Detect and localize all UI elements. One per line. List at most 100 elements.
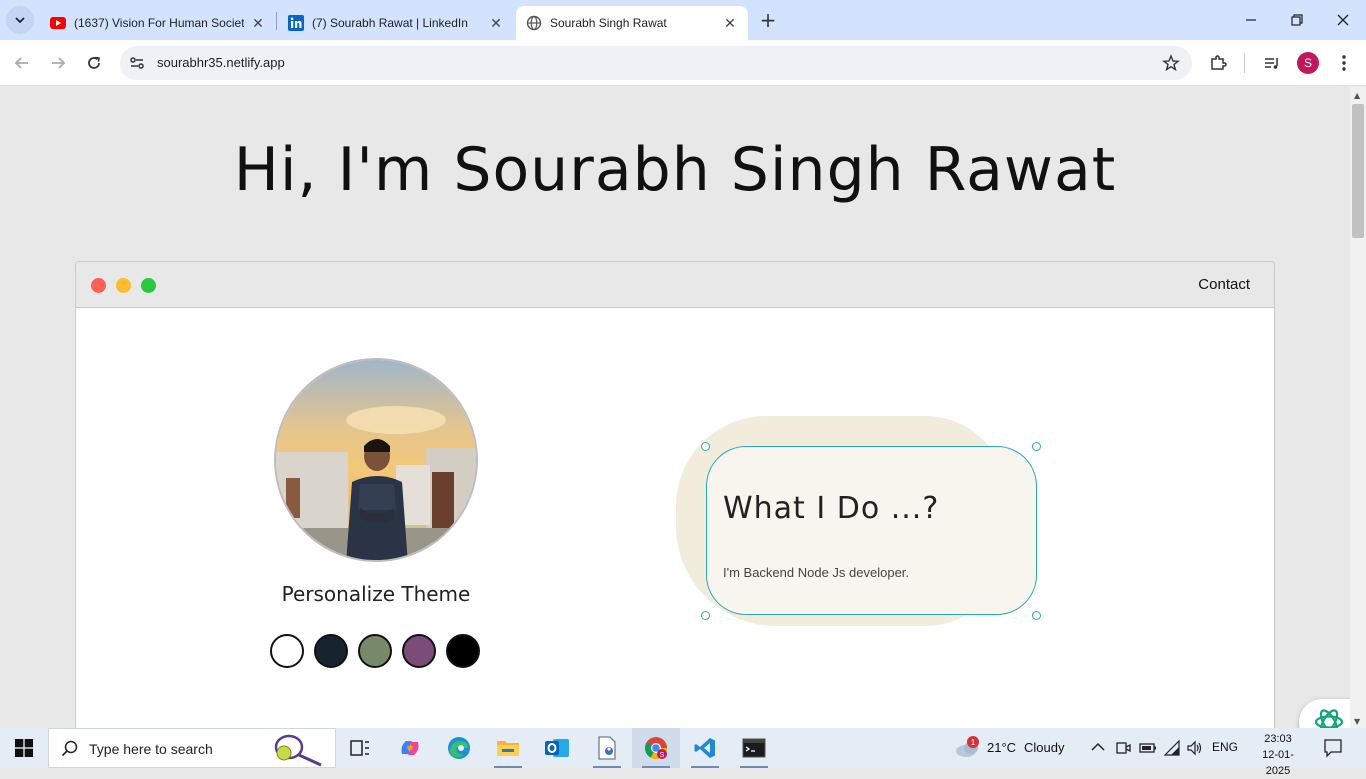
search-placeholder: Type here to search (89, 741, 213, 757)
chrome-icon: S (645, 737, 667, 759)
puzzle-icon (1211, 55, 1227, 70)
terminal-icon (742, 738, 766, 758)
vscode-icon (694, 738, 715, 758)
copilot-app[interactable] (386, 728, 434, 768)
back-button[interactable] (8, 49, 36, 77)
notifications-icon[interactable] (1323, 738, 1343, 758)
document-icon (598, 736, 616, 760)
weather-condition[interactable]: Cloudy (1024, 740, 1064, 755)
taskbar: Type here to search S 1 21°C Cloudy ENG … (0, 728, 1366, 777)
plus-icon: + (759, 8, 777, 32)
resize-handle[interactable] (701, 442, 710, 451)
linkedin-icon (288, 15, 304, 31)
close-icon[interactable]: ✕ (250, 15, 266, 31)
yellow-dot (116, 278, 131, 293)
hero-title: Hi, I'm Sourabh Singh Rawat (233, 135, 1117, 205)
theme-label: Personalize Theme (281, 582, 471, 606)
reload-button[interactable] (80, 49, 108, 77)
extensions-button[interactable] (1207, 52, 1229, 74)
contact-link[interactable]: Contact (1198, 276, 1250, 293)
browser-menu-button[interactable] (1333, 52, 1355, 74)
window-close-button[interactable] (1320, 0, 1366, 40)
clock-time: 23:03 (1264, 733, 1292, 745)
weather-temp[interactable]: 21°C (987, 740, 1016, 755)
document-app[interactable] (583, 728, 631, 768)
clock[interactable]: 23:03 12-01-2025 (1250, 731, 1306, 779)
page-viewport: Hi, I'm Sourabh Singh Rawat Contact Pers… (0, 87, 1350, 728)
volume-icon[interactable] (1186, 739, 1204, 757)
media-controls-button[interactable] (1261, 52, 1283, 74)
queue-music-icon (1265, 58, 1278, 69)
restore-icon (1291, 14, 1303, 26)
tab-portfolio[interactable]: Sourabh Singh Rawat ✕ (516, 6, 748, 40)
chevron-down-icon (15, 17, 25, 24)
task-view-button[interactable] (336, 728, 384, 768)
restore-button[interactable] (1274, 0, 1320, 40)
arrow-left-icon (14, 57, 28, 69)
minimize-icon (1246, 19, 1256, 21)
tab-youtube[interactable]: (1637) Vision For Human Societ ✕ (40, 6, 276, 40)
meet-now-icon[interactable] (1115, 739, 1131, 757)
site-settings-icon[interactable] (128, 54, 146, 72)
folder-icon (497, 741, 519, 756)
vertical-scrollbar[interactable]: ▲ ▼ (1350, 87, 1366, 728)
arrow-right-icon (52, 57, 66, 69)
ai-assistant-button[interactable] (1299, 699, 1350, 728)
tab-title: Sourabh Singh Rawat (550, 16, 667, 30)
close-icon[interactable]: ✕ (722, 15, 738, 31)
green-dot (141, 278, 156, 293)
file-explorer-app[interactable] (484, 728, 532, 768)
tennis-racket-icon (274, 734, 322, 767)
scroll-down-icon[interactable]: ▼ (1354, 717, 1360, 726)
edge-icon (448, 737, 470, 759)
resize-handle[interactable] (1032, 442, 1041, 451)
resize-handle[interactable] (1032, 611, 1041, 620)
red-dot (91, 278, 106, 293)
scroll-up-icon[interactable]: ▲ (1354, 91, 1360, 100)
copilot-icon (401, 741, 419, 755)
browser-toolbar: sourabhr35.netlify.app S (0, 40, 1366, 86)
minimize-button[interactable] (1228, 0, 1274, 40)
chrome-app[interactable]: S (632, 728, 680, 768)
scroll-thumb[interactable] (1352, 104, 1364, 238)
tab-separator (276, 12, 277, 30)
taskbar-search[interactable]: Type here to search (48, 728, 336, 768)
assistant-knot-icon (1314, 709, 1344, 728)
chevron-up-icon[interactable] (1091, 742, 1105, 752)
tab-strip: (1637) Vision For Human Societ ✕ (7) Sou… (0, 0, 1366, 40)
close-icon[interactable]: ✕ (488, 15, 504, 31)
globe-icon (526, 15, 542, 31)
more-vertical-icon (1342, 55, 1346, 71)
profile-photo (274, 358, 478, 562)
input-language[interactable]: ENG (1212, 740, 1238, 754)
card-title: What I Do ...? (723, 491, 940, 526)
theme-swatch-purple[interactable] (402, 634, 436, 668)
forward-button[interactable] (44, 49, 72, 77)
clock-date: 12-01-2025 (1262, 749, 1294, 777)
new-tab-button[interactable]: + (756, 8, 780, 32)
reload-icon (88, 56, 100, 69)
windows-icon (15, 739, 33, 757)
close-icon (1337, 14, 1349, 26)
wifi-icon[interactable] (1163, 739, 1181, 757)
start-button[interactable] (0, 728, 48, 768)
theme-swatch-white[interactable] (270, 634, 304, 668)
outlook-icon (545, 739, 569, 757)
star-icon[interactable] (1162, 54, 1180, 72)
resize-handle[interactable] (701, 611, 710, 620)
tab-search-button[interactable] (6, 6, 34, 34)
profile-avatar[interactable]: S (1297, 52, 1319, 74)
terminal-app[interactable] (730, 728, 778, 768)
address-bar[interactable]: sourabhr35.netlify.app (120, 46, 1192, 80)
vscode-app[interactable] (681, 728, 729, 768)
edge-app[interactable] (435, 728, 483, 768)
theme-swatch-navy[interactable] (314, 634, 348, 668)
battery-icon[interactable] (1139, 741, 1157, 755)
outlook-app[interactable] (533, 728, 581, 768)
search-icon (61, 740, 78, 757)
theme-swatch-black[interactable] (446, 634, 480, 668)
youtube-icon (50, 17, 66, 29)
tab-linkedin[interactable]: (7) Sourabh Rawat | LinkedIn ✕ (278, 6, 514, 40)
theme-swatch-green[interactable] (358, 634, 392, 668)
task-view-icon (350, 740, 369, 756)
